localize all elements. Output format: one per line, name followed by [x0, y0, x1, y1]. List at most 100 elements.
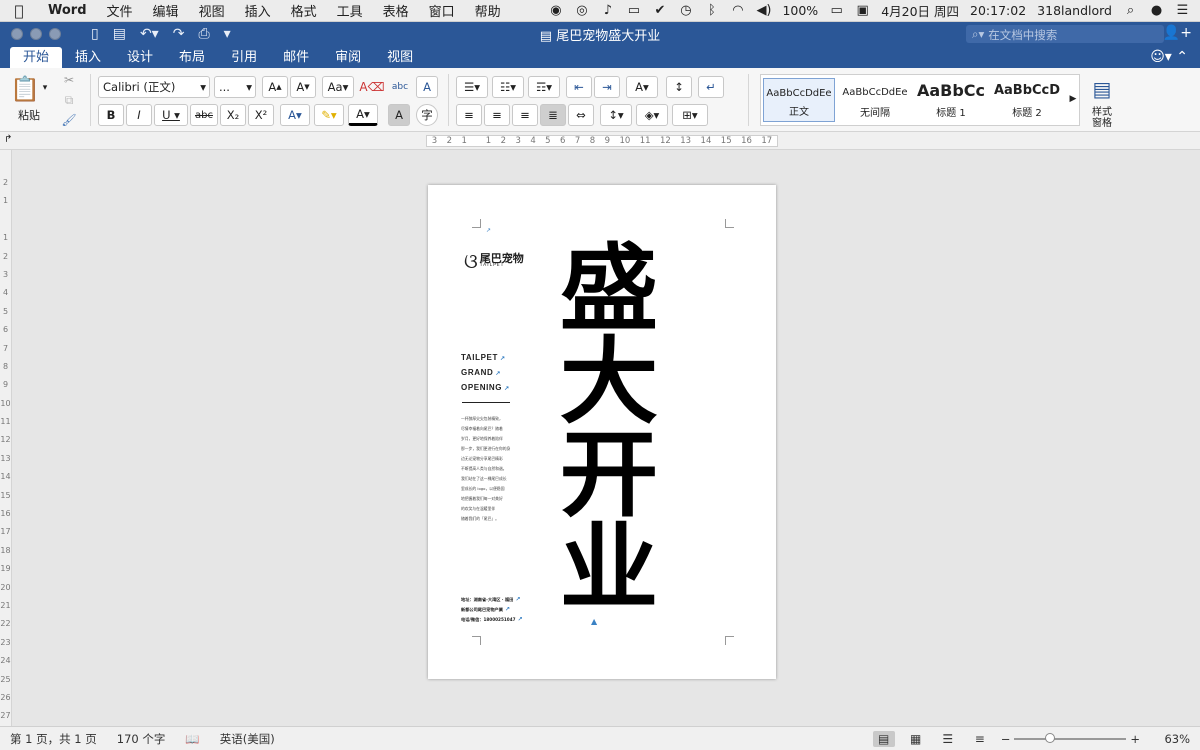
phonetic-guide-icon[interactable]: abc	[388, 76, 412, 98]
clear-formatting-icon[interactable]: A⌫	[359, 76, 384, 98]
status-app-icon[interactable]: ◎	[574, 3, 589, 18]
contact-info[interactable]: 地址：湖南省-大湾区 · 福田 ↗ 新都公司尾巴宠物产業 ↗ 电话/微信：18000…	[461, 595, 523, 625]
battery-percent[interactable]: 100%	[782, 3, 818, 18]
undo-icon[interactable]: ↶▾	[140, 26, 159, 42]
zoom-slider-thumb[interactable]	[1044, 732, 1055, 743]
web-layout-view-icon[interactable]: ▦	[905, 731, 927, 747]
style-normal[interactable]: AaBbCcDdEe 正文	[763, 78, 835, 122]
notification-center-icon[interactable]: ☰	[1175, 3, 1190, 18]
distributed-icon[interactable]: ⇔	[568, 104, 594, 126]
show-formatting-marks-icon[interactable]: ↵	[698, 76, 724, 98]
input-method-icon[interactable]: ▣	[855, 3, 870, 18]
battery-icon[interactable]: ▭	[829, 3, 844, 18]
align-center-icon[interactable]: ≡	[484, 104, 510, 126]
checkmark-icon[interactable]: ✔	[652, 3, 667, 18]
customize-toolbar-icon[interactable]: ▾	[224, 26, 231, 42]
sidebar-toggle-icon[interactable]: ▯	[91, 26, 99, 42]
intro-paragraph[interactable]: 一杯醇厚尖尖包装精致， 尽情幸福着向尾巴？随着 岁月，更好地保养着陪伴 那一步，…	[461, 414, 517, 524]
language-indicator[interactable]: 英语(美国)	[210, 731, 285, 747]
proofing-icon[interactable]: 📖	[175, 732, 209, 746]
volume-icon[interactable]: ◀)	[756, 3, 771, 18]
paste-dropdown-icon[interactable]: ▾	[40, 82, 50, 94]
character-border-icon[interactable]: A	[416, 76, 438, 98]
style-heading-1[interactable]: AaBbCc 标题 1	[915, 78, 987, 122]
change-case-button[interactable]: Aa ▾	[322, 76, 354, 98]
menu-insert[interactable]: 插入	[235, 1, 281, 20]
menu-view[interactable]: 视图	[189, 1, 235, 20]
share-user-icon[interactable]: 👤+	[1163, 25, 1192, 41]
tab-layout[interactable]: 布局	[166, 47, 218, 68]
borders-icon[interactable]: ⊞▾	[672, 104, 708, 126]
styles-pane-icon[interactable]: ▤	[1088, 74, 1116, 104]
font-name-select[interactable]: Calibri (正文) ▾	[98, 76, 210, 98]
page-count[interactable]: 第 1 页，共 1 页	[0, 731, 107, 747]
outline-view-icon[interactable]: ☰	[937, 731, 959, 747]
tab-references[interactable]: 引用	[218, 47, 270, 68]
styles-pane-label[interactable]: 样式 窗格	[1082, 106, 1122, 130]
menu-file[interactable]: 文件	[97, 1, 143, 20]
multilevel-list-icon[interactable]: ☶▾	[528, 76, 560, 98]
siri-icon[interactable]: ●	[1149, 3, 1164, 18]
decrease-indent-icon[interactable]: ⇤	[566, 76, 592, 98]
menu-window[interactable]: 窗口	[419, 1, 465, 20]
tab-design[interactable]: 设计	[114, 47, 166, 68]
close-window-button[interactable]	[11, 28, 23, 40]
zoom-window-button[interactable]	[49, 28, 61, 40]
wechat-icon[interactable]: ◉	[548, 3, 563, 18]
zoom-in-icon[interactable]: +	[1130, 732, 1140, 746]
save-icon[interactable]: ▤	[113, 26, 126, 42]
display-icon[interactable]: ▭	[626, 3, 641, 18]
grand-opening-title[interactable]: 盛 大 开 业	[560, 243, 659, 616]
tab-selector-icon[interactable]: ↱	[4, 134, 12, 145]
shrink-font-button[interactable]: A ▼	[290, 76, 316, 98]
time-machine-icon[interactable]: ◷	[678, 3, 693, 18]
menu-tools[interactable]: 工具	[327, 1, 373, 20]
tab-review[interactable]: 审阅	[322, 47, 374, 68]
menu-help[interactable]: 帮助	[465, 1, 511, 20]
print-layout-view-icon[interactable]: ▤	[872, 730, 895, 747]
asian-layout-icon[interactable]: A▾	[626, 76, 658, 98]
audio-icon[interactable]: ♪	[600, 3, 615, 18]
highlight-color-icon[interactable]: ✎▾	[314, 104, 344, 126]
menu-app-name[interactable]: Word	[38, 3, 97, 18]
font-size-select[interactable]: ... ▾	[214, 76, 256, 98]
paste-icon[interactable]: 📋	[10, 74, 40, 104]
draft-view-icon[interactable]: ≡	[969, 731, 991, 747]
text-effects-icon[interactable]: A▾	[280, 104, 310, 126]
document-search-input[interactable]: ⌕▾ 在文档中搜索	[966, 25, 1164, 43]
tab-mailings[interactable]: 邮件	[270, 47, 322, 68]
bullets-icon[interactable]: ☰▾	[456, 76, 488, 98]
character-shading-icon[interactable]: A	[388, 104, 410, 126]
spotlight-icon[interactable]: ⌕	[1123, 3, 1138, 18]
styles-expand-icon[interactable]: ▶	[1067, 91, 1079, 107]
justify-icon[interactable]: ≣	[540, 104, 566, 126]
cut-icon[interactable]: ✂	[60, 72, 78, 88]
shading-icon[interactable]: ◈▾	[636, 104, 668, 126]
minimize-window-button[interactable]	[30, 28, 42, 40]
grand-opening-heading[interactable]: TAILPET ↗ GRAND ↗ OPENING ↗	[461, 351, 510, 396]
underline-button[interactable]: U ▾	[154, 104, 188, 126]
align-right-icon[interactable]: ≡	[512, 104, 538, 126]
tab-view[interactable]: 视图	[374, 47, 426, 68]
menu-format[interactable]: 格式	[281, 1, 327, 20]
zoom-percent[interactable]: 63%	[1150, 732, 1190, 746]
anchor-icon[interactable]: ↗	[486, 227, 491, 234]
menu-table[interactable]: 表格	[373, 1, 419, 20]
subscript-button[interactable]: X₂	[220, 104, 246, 126]
menu-edit[interactable]: 编辑	[143, 1, 189, 20]
superscript-button[interactable]: X²	[248, 104, 274, 126]
print-icon[interactable]: ⎙	[198, 26, 209, 42]
enclose-characters-icon[interactable]: 字	[416, 104, 438, 126]
bluetooth-icon[interactable]: ᛒ	[704, 3, 719, 18]
document-page[interactable]: ↗ ଓ 尾巴宠物 TAILPET TAILPET ↗ GRAND ↗ OPENING…	[428, 185, 776, 679]
feedback-smiley-icon[interactable]: ☺▾ ⌃	[1138, 49, 1200, 68]
italic-button[interactable]: I	[126, 104, 152, 126]
numbering-icon[interactable]: ☷▾	[492, 76, 524, 98]
sort-icon[interactable]: ↕	[666, 76, 692, 98]
menubar-user[interactable]: 318landlord	[1037, 3, 1112, 18]
menubar-date[interactable]: 4月20日 周四	[881, 1, 959, 20]
redo-icon[interactable]: ↷	[173, 26, 185, 42]
apple-icon[interactable]: 	[0, 2, 38, 20]
style-heading-2[interactable]: AaBbCcD 标题 2	[991, 78, 1063, 122]
tab-home[interactable]: 开始	[10, 47, 63, 68]
